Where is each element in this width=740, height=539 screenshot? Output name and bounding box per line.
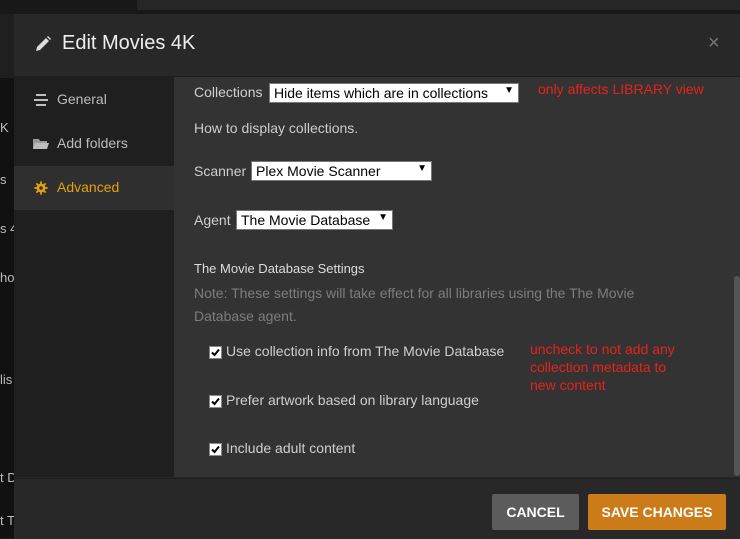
list-icon (34, 94, 48, 106)
collections-select-value: Hide items which are in collections (274, 85, 488, 101)
sidebar-item-add-folders[interactable]: Add folders (14, 122, 174, 166)
scanner-select-value: Plex Movie Scanner (256, 163, 381, 179)
collection-annotation-line: collection metadata to (530, 359, 667, 375)
modal-title: Edit Movies 4K (62, 32, 196, 54)
checkbox-adult-content[interactable] (209, 443, 222, 456)
background-text: K (0, 120, 9, 135)
agent-label: Agent (194, 212, 231, 228)
checkmark-icon (211, 397, 220, 406)
collection-annotation-line: new content (530, 377, 606, 393)
save-changes-button[interactable]: SAVE CHANGES (588, 494, 726, 530)
pencil-icon (36, 36, 51, 51)
background-text: ho (0, 270, 14, 285)
settings-sidebar: General Add folders Advanced (14, 77, 174, 477)
close-icon[interactable]: × (708, 32, 720, 55)
background-topbar-strip (137, 0, 740, 10)
agent-select-value: The Movie Database (241, 212, 371, 228)
sidebar-item-label: Advanced (57, 179, 120, 195)
checkbox-collection-info[interactable] (209, 346, 222, 359)
option-label: Use collection info from The Movie Datab… (226, 343, 505, 359)
agent-select[interactable]: The Movie Database ▼ (236, 210, 393, 230)
collections-label: Collections (194, 84, 263, 100)
background-text: s (0, 172, 7, 187)
collections-select[interactable]: Hide items which are in collections ▼ (269, 83, 519, 103)
background-text: lis (0, 372, 13, 387)
agent-settings-title: The Movie Database Settings (194, 261, 365, 276)
advanced-settings-panel: Collections Hide items which are in coll… (174, 77, 740, 477)
folder-icon (33, 139, 49, 149)
checkbox-prefer-artwork[interactable] (209, 395, 222, 408)
option-label: Prefer artwork based on library language (226, 392, 479, 408)
sidebar-item-label: General (57, 91, 107, 107)
chevron-down-icon: ▼ (417, 163, 427, 174)
background-text: t D (0, 470, 14, 485)
cancel-button[interactable]: CANCEL (492, 494, 579, 530)
sidebar-item-label: Add folders (57, 135, 128, 151)
collections-annotation: only affects LIBRARY view (538, 81, 704, 97)
background-sidebar: K s s 4 ho lis t D t T (0, 78, 14, 538)
scanner-label: Scanner (194, 163, 247, 179)
collections-hint: How to display collections. (194, 120, 359, 136)
sidebar-item-general[interactable]: General (14, 78, 174, 122)
background-text: t T (0, 513, 14, 528)
sidebar-item-advanced[interactable]: Advanced (14, 166, 174, 210)
option-label: Include adult content (226, 440, 356, 456)
background-text: s 4 (0, 221, 14, 236)
scanner-select[interactable]: Plex Movie Scanner ▼ (251, 161, 432, 181)
agent-settings-note: Note: These settings will take effect fo… (194, 285, 635, 324)
collection-annotation-line: uncheck to not add any (530, 341, 675, 357)
checkmark-icon (211, 348, 220, 357)
chevron-down-icon: ▼ (504, 85, 514, 96)
edit-library-modal: Edit Movies 4K × General Add folders Adv… (14, 14, 740, 539)
gear-icon (34, 181, 48, 195)
modal-header: Edit Movies 4K × (14, 14, 740, 77)
chevron-down-icon: ▼ (378, 212, 388, 223)
checkmark-icon (211, 445, 220, 454)
content-scrollbar[interactable] (734, 276, 740, 476)
